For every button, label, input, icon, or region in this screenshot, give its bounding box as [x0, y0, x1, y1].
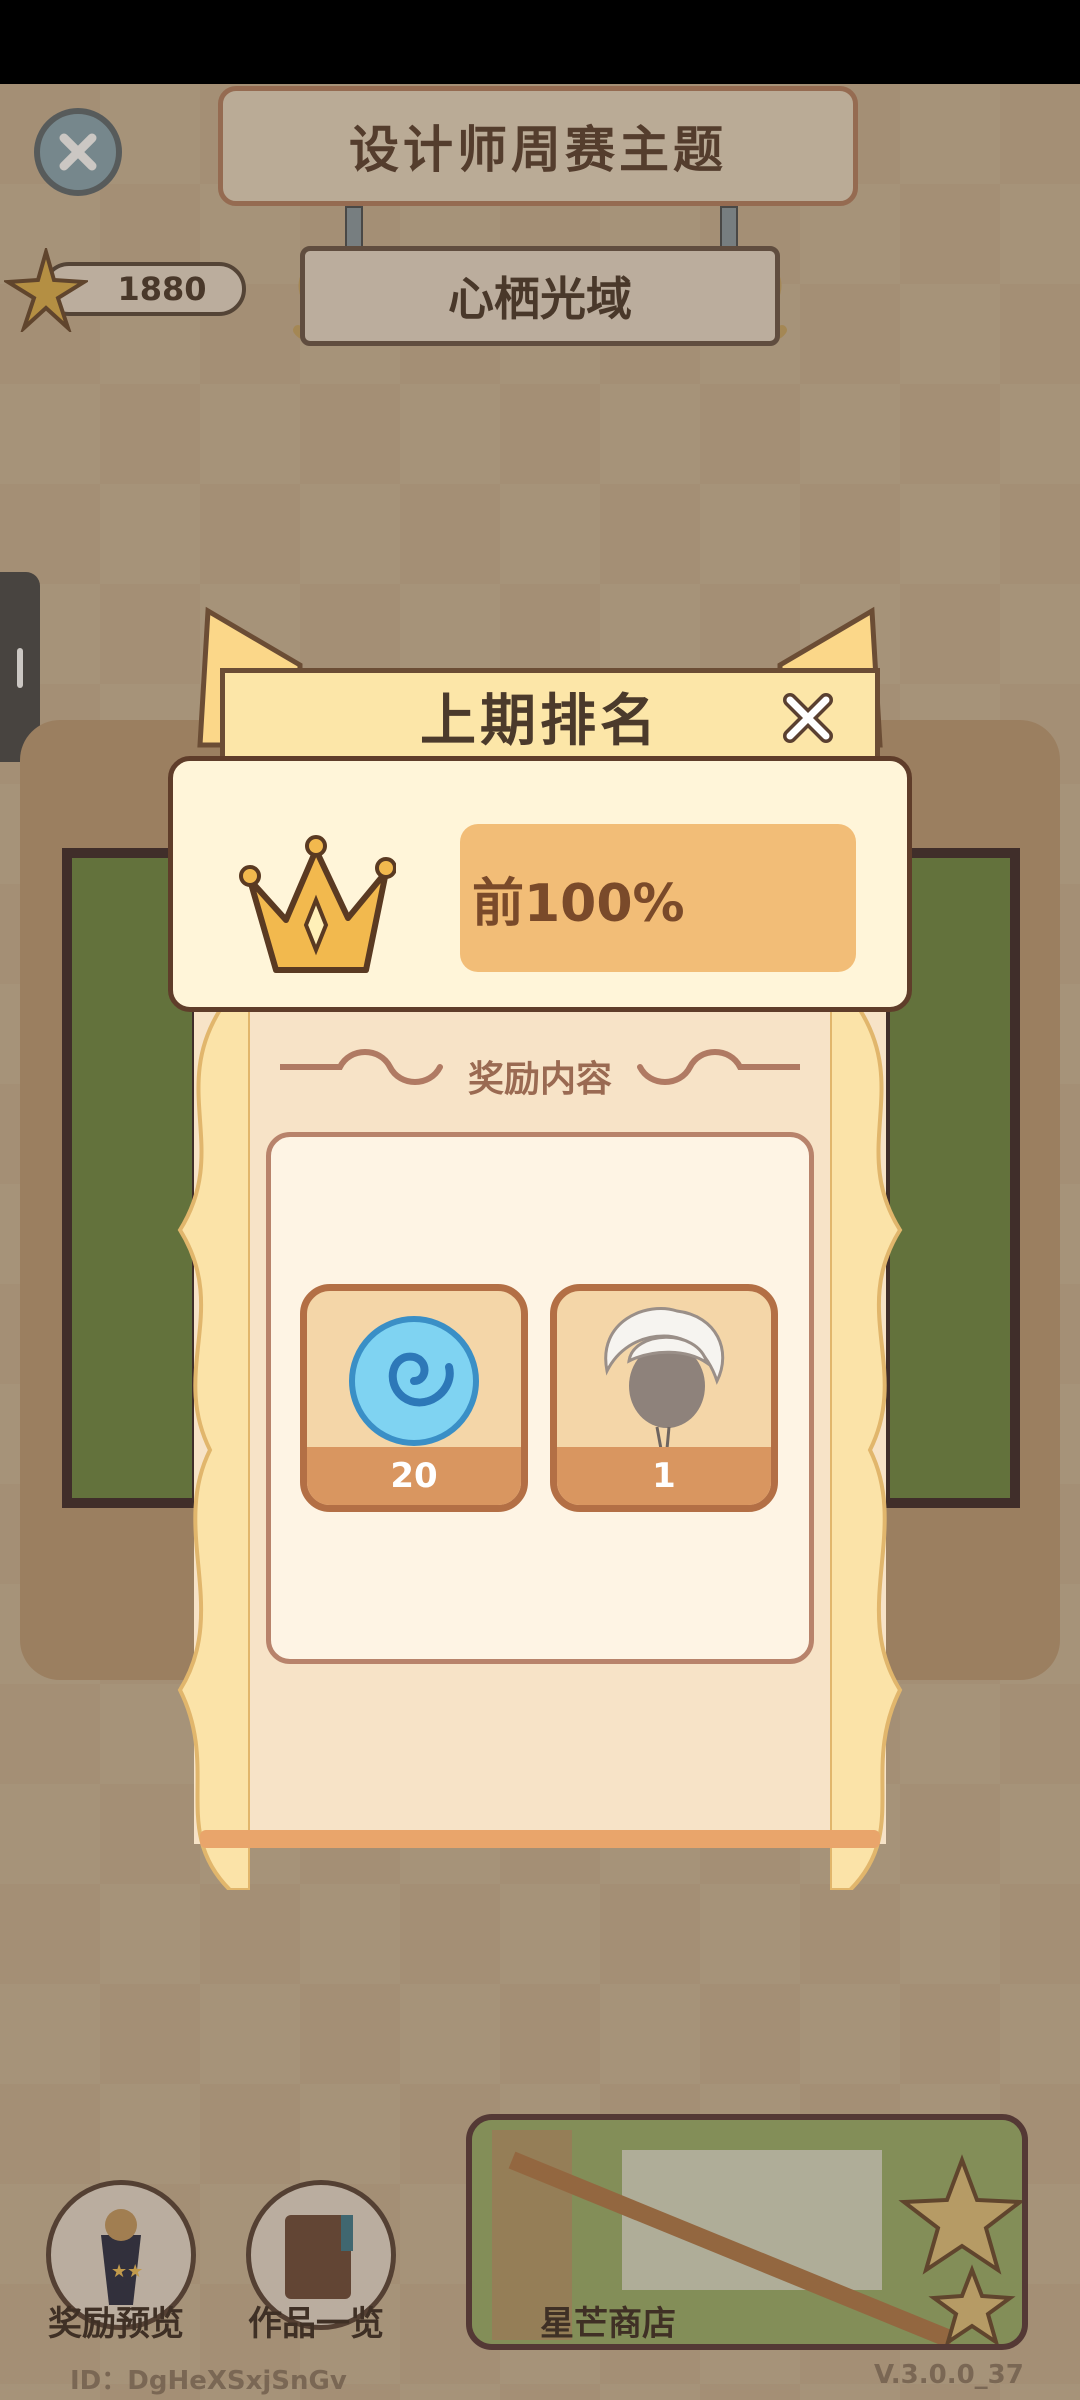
- blue-swirl-icon: [349, 1316, 479, 1446]
- reward-item[interactable]: 1: [550, 1284, 778, 1512]
- reward-count: 20: [307, 1447, 521, 1505]
- rank-value: 前100%: [460, 824, 856, 972]
- crown-icon: [239, 835, 396, 973]
- white-hair-avatar-icon: [604, 1307, 725, 1450]
- status-bar: [0, 0, 1080, 84]
- reward-header: 奖励内容: [467, 1059, 612, 1100]
- popup-close-button[interactable]: [780, 690, 836, 746]
- close-icon: [783, 693, 833, 743]
- reward-item[interactable]: 20: [300, 1284, 528, 1512]
- flame-border-right-icon: [830, 1010, 903, 1890]
- reward-count: 1: [557, 1447, 771, 1505]
- popup-scroll-bottom-edge: [200, 1830, 880, 1848]
- flame-border-left-icon: [177, 1010, 250, 1890]
- popup-title: 上期排名: [420, 689, 660, 754]
